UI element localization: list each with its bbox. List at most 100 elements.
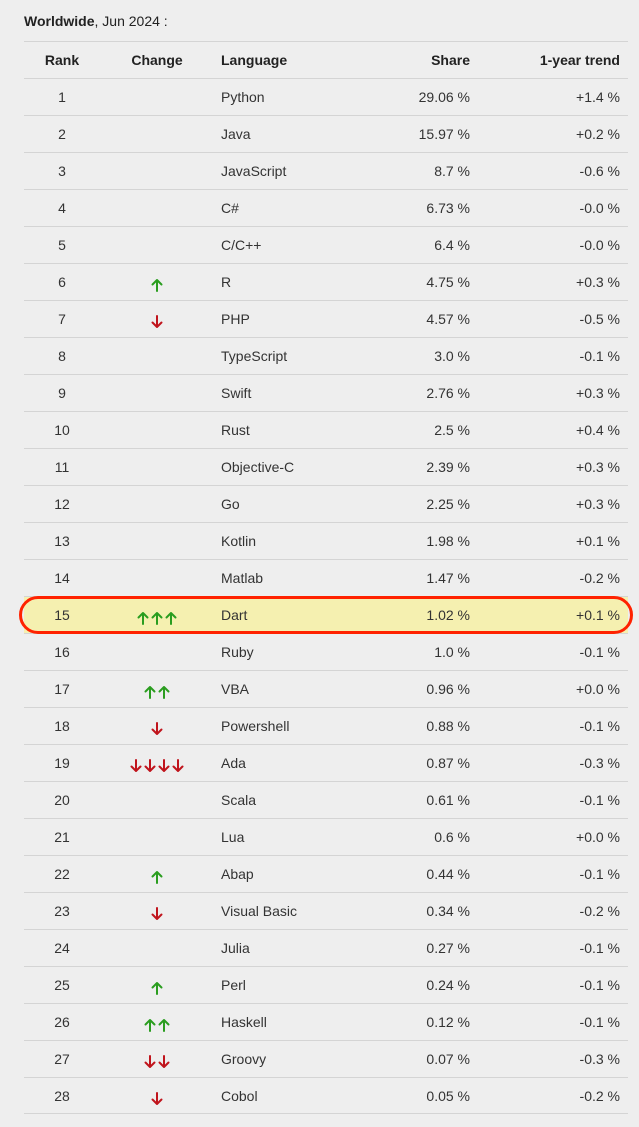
share-cell: 0.27 % (426, 940, 470, 956)
trend-cell: -0.1 % (579, 644, 620, 660)
arrow-up-icon (150, 278, 164, 292)
change-cell (106, 967, 208, 1003)
change-cell (106, 338, 208, 374)
share-cell: 2.25 % (426, 496, 470, 512)
change-arrows (129, 746, 185, 782)
table-row: 4 C# 6.73 % -0.0 % (24, 189, 628, 226)
change-cell (106, 449, 208, 485)
rank-cell: 7 (58, 311, 66, 327)
share-cell: 0.96 % (426, 681, 470, 697)
change-arrows (150, 857, 164, 893)
trend-cell: +0.0 % (576, 681, 620, 697)
table-row: 6 R 4.75 % +0.3 % (24, 263, 628, 300)
arrow-up-icon (136, 611, 150, 625)
rank-cell: 3 (58, 163, 66, 179)
change-cell (106, 190, 208, 226)
column-header-change[interactable]: Change (106, 42, 208, 78)
trend-cell: -0.3 % (579, 755, 620, 771)
share-cell: 0.87 % (426, 755, 470, 771)
change-arrows (150, 1079, 164, 1115)
change-cell (106, 819, 208, 855)
trend-cell: -0.2 % (579, 1088, 620, 1104)
trend-cell: -0.1 % (579, 977, 620, 993)
language-ranking-table: Rank Change Language Share 1-year trend … (24, 41, 628, 1114)
table-row: 5 C/C++ 6.4 % -0.0 % (24, 226, 628, 263)
rank-cell: 10 (54, 422, 70, 438)
share-cell: 6.4 % (434, 237, 470, 253)
change-cell (106, 782, 208, 818)
share-cell: 2.39 % (426, 459, 470, 475)
trend-cell: -0.1 % (579, 866, 620, 882)
rank-cell: 26 (54, 1014, 70, 1030)
arrow-down-icon (150, 314, 164, 329)
arrow-down-icon (143, 758, 157, 773)
arrow-up-icon (150, 611, 164, 625)
column-header-trend[interactable]: 1-year trend (494, 42, 620, 78)
table-row: 8 TypeScript 3.0 % -0.1 % (24, 337, 628, 374)
table-row: 22 Abap 0.44 % -0.1 % (24, 855, 628, 892)
change-cell (106, 671, 208, 707)
share-cell: 0.24 % (426, 977, 470, 993)
change-arrows (150, 968, 164, 1004)
share-cell: 29.06 % (418, 89, 470, 105)
change-cell (106, 523, 208, 559)
table-row: 20 Scala 0.61 % -0.1 % (24, 781, 628, 818)
arrow-up-icon (157, 685, 171, 699)
change-cell (106, 301, 208, 337)
change-arrows (150, 265, 164, 301)
trend-cell: +0.0 % (576, 829, 620, 845)
share-cell: 15.97 % (418, 126, 470, 142)
change-cell (106, 597, 208, 633)
trend-cell: -0.1 % (579, 1014, 620, 1030)
trend-cell: -0.5 % (579, 311, 620, 327)
share-cell: 2.76 % (426, 385, 470, 401)
table-row: 13 Kotlin 1.98 % +0.1 % (24, 522, 628, 559)
rank-cell: 14 (54, 570, 70, 586)
table-row: 18 Powershell 0.88 % -0.1 % (24, 707, 628, 744)
change-cell (106, 856, 208, 892)
trend-cell: -0.6 % (579, 163, 620, 179)
rank-cell: 4 (58, 200, 66, 216)
arrow-down-icon (171, 758, 185, 773)
trend-cell: +0.3 % (576, 496, 620, 512)
table-row: 12 Go 2.25 % +0.3 % (24, 485, 628, 522)
arrow-down-icon (129, 758, 143, 773)
change-arrows (136, 598, 178, 634)
share-cell: 6.73 % (426, 200, 470, 216)
column-header-rank[interactable]: Rank (24, 42, 100, 78)
trend-cell: -0.1 % (579, 718, 620, 734)
change-cell (106, 560, 208, 596)
share-cell: 0.34 % (426, 903, 470, 919)
table-row: 23 Visual Basic 0.34 % -0.2 % (24, 892, 628, 929)
arrow-down-icon (150, 1091, 164, 1106)
share-cell: 3.0 % (434, 348, 470, 364)
share-cell: 1.02 % (426, 607, 470, 623)
table-row: 3 JavaScript 8.7 % -0.6 % (24, 152, 628, 189)
rank-cell: 1 (58, 89, 66, 105)
trend-cell: -0.0 % (579, 200, 620, 216)
change-cell (106, 153, 208, 189)
column-header-share[interactable]: Share (364, 42, 470, 78)
share-cell: 4.57 % (426, 311, 470, 327)
share-cell: 0.12 % (426, 1014, 470, 1030)
rank-cell: 21 (54, 829, 70, 845)
arrow-up-icon (150, 981, 164, 995)
share-cell: 0.07 % (426, 1051, 470, 1067)
table-row: 16 Ruby 1.0 % -0.1 % (24, 633, 628, 670)
rank-cell: 18 (54, 718, 70, 734)
table-row: 28 Cobol 0.05 % -0.2 % (24, 1077, 628, 1114)
change-cell (106, 375, 208, 411)
share-cell: 0.05 % (426, 1088, 470, 1104)
share-cell: 0.61 % (426, 792, 470, 808)
heading-region: Worldwide (24, 13, 95, 29)
trend-cell: +0.3 % (576, 459, 620, 475)
share-cell: 1.98 % (426, 533, 470, 549)
change-cell (106, 930, 208, 966)
change-arrows (143, 672, 171, 708)
table-row: 17 VBA 0.96 % +0.0 % (24, 670, 628, 707)
share-cell: 4.75 % (426, 274, 470, 290)
change-arrows (143, 1042, 171, 1078)
trend-cell: -0.2 % (579, 903, 620, 919)
arrow-up-icon (164, 611, 178, 625)
rank-cell: 9 (58, 385, 66, 401)
